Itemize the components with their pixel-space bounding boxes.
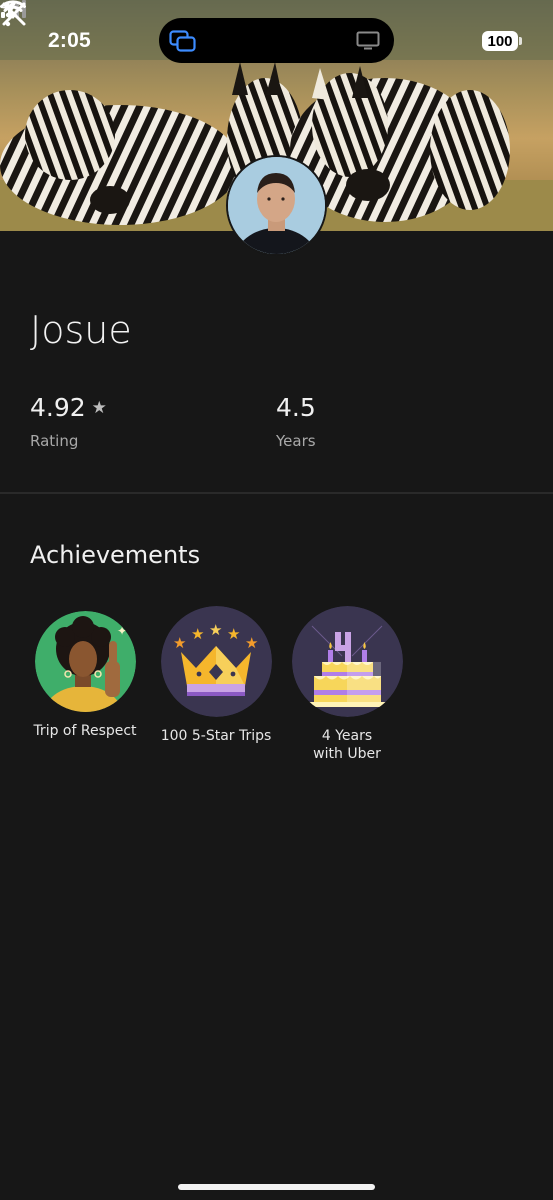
battery-level: 100	[482, 31, 518, 51]
screen-mirroring-icon	[169, 30, 196, 52]
years-stat: 4.5 Years	[276, 393, 316, 450]
rating-stat: 4.92 ★ Rating	[30, 393, 107, 450]
section-divider	[0, 492, 553, 494]
dynamic-island	[159, 18, 394, 63]
years-label: Years	[276, 432, 316, 450]
achievements-title: Achievements	[30, 541, 201, 569]
svg-text:★: ★	[209, 622, 222, 639]
achievement-label: 100 5-Star Trips	[160, 728, 272, 744]
star-icon: ★	[91, 397, 107, 418]
svg-text:✦: ✦	[117, 624, 127, 638]
profile-avatar	[226, 155, 327, 256]
achievement-label: Trip of Respect	[33, 723, 137, 739]
crown-icon: ★ ★ ★ ★ ★	[160, 606, 272, 717]
tv-icon	[356, 31, 380, 50]
svg-text:★: ★	[245, 635, 258, 652]
status-time: 2:05	[48, 29, 91, 52]
rating-value: 4.92	[30, 393, 86, 422]
battery-tip	[519, 37, 522, 45]
achievement-label: 4 Years with Uber	[313, 728, 381, 762]
home-indicator[interactable]	[178, 1184, 375, 1190]
achievement-100-five-star-trips[interactable]: ★ ★ ★ ★ ★ 100 5-Star Trips	[146, 606, 286, 745]
achievement-4-years-with-uber[interactable]: 4 Years with Uber	[277, 606, 417, 763]
status-bar: 2:05 100	[0, 0, 553, 80]
years-value: 4.5	[276, 393, 316, 422]
rating-value-row: 4.92 ★	[30, 393, 107, 422]
rating-label: Rating	[30, 432, 79, 450]
thumbs-up-person-icon: ✦	[34, 611, 136, 712]
driver-photo	[228, 157, 325, 254]
cake-icon	[291, 606, 403, 717]
svg-text:★: ★	[191, 626, 204, 643]
driver-name: Josue	[30, 308, 132, 352]
more-options-icon[interactable]	[0, 0, 16, 30]
achievement-trip-of-respect[interactable]: ✦ Trip of Respect	[15, 606, 155, 740]
svg-text:★: ★	[173, 635, 186, 652]
svg-text:★: ★	[227, 626, 240, 643]
